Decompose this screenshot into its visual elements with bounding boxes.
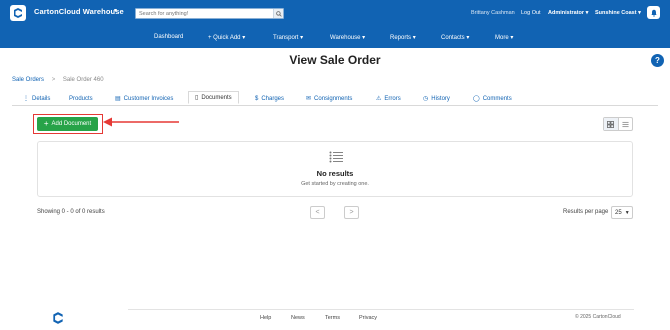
- empty-state-card: No results Get started by creating one.: [37, 141, 633, 197]
- info-icon: ⋮: [23, 96, 29, 102]
- invoice-icon: ▤: [115, 96, 121, 102]
- empty-state-title: No results: [316, 169, 354, 178]
- nav-contacts[interactable]: Contacts ▾: [441, 34, 469, 41]
- nav-transport-label: Transport: [273, 35, 299, 41]
- prev-page-button[interactable]: <: [310, 206, 325, 219]
- empty-state-subtitle: Get started by creating one.: [301, 181, 369, 187]
- chevron-down-icon: ▼: [624, 209, 630, 216]
- plus-icon: +: [43, 119, 49, 128]
- breadcrumb-separator: >: [51, 77, 56, 83]
- user-name[interactable]: Brittany Cashman: [471, 10, 515, 16]
- tab-comments[interactable]: ◯ Comments: [473, 92, 512, 105]
- tab-bar: ⋮ Details Products ▤ Customer Invoices ▯ Do…: [12, 91, 658, 106]
- nav-quick-add-label: + Quick Add: [208, 35, 241, 41]
- add-document-label: Add Document: [51, 121, 92, 127]
- search-icon[interactable]: [273, 9, 283, 18]
- chevron-down-icon: ▾: [412, 35, 416, 41]
- nav-warehouse[interactable]: Warehouse ▾: [330, 34, 365, 41]
- logout-link[interactable]: Log Out: [521, 10, 541, 16]
- chevron-down-icon: ▾: [585, 10, 589, 16]
- role-label: Administrator: [548, 10, 585, 16]
- nav-warehouse-label: Warehouse: [330, 35, 361, 41]
- tab-errors-label: Errors: [384, 95, 401, 102]
- tab-charges[interactable]: $ Charges: [255, 92, 284, 105]
- tab-charges-label: Charges: [261, 95, 285, 102]
- tab-consignments-label: Consignments: [314, 95, 353, 102]
- nav-dashboard[interactable]: Dashboard: [154, 34, 183, 40]
- tab-history-label: History: [431, 95, 450, 102]
- tab-products-label: Products: [69, 95, 93, 102]
- cartoncloud-logo-icon[interactable]: [10, 5, 26, 21]
- results-per-page-value: 25: [615, 209, 622, 216]
- red-arrow-icon: [103, 117, 179, 127]
- chevron-down-icon: ▾: [510, 35, 514, 41]
- results-count: Showing 0 - 0 of 0 results: [37, 209, 105, 215]
- view-toggle: [603, 117, 633, 131]
- tab-history[interactable]: ◷ History: [423, 92, 450, 105]
- chevron-down-icon: ▾: [362, 35, 366, 41]
- breadcrumb-current: Sale Order 460: [62, 77, 104, 83]
- nav-more[interactable]: More ▾: [495, 34, 513, 41]
- nav-reports-label: Reports: [390, 35, 412, 41]
- chevron-down-icon: ▾: [466, 35, 470, 41]
- chevron-down-icon: ▾: [300, 35, 304, 41]
- app-title[interactable]: CartonCloud Warehouse: [34, 7, 124, 16]
- site-dropdown[interactable]: Sunshine Coast ▾: [595, 10, 641, 16]
- nav-quick-add[interactable]: + Quick Add ▾: [208, 34, 245, 41]
- footer-privacy-link[interactable]: Privacy: [359, 315, 377, 321]
- tab-customer-invoices[interactable]: ▤ Customer Invoices: [115, 92, 173, 105]
- tab-documents[interactable]: ▯ Documents: [188, 91, 239, 104]
- chevron-down-icon: ▾: [242, 35, 246, 41]
- tab-customer-invoices-label: Customer Invoices: [123, 95, 174, 102]
- tab-comments-label: Comments: [482, 95, 512, 102]
- footer-help-link[interactable]: Help: [260, 315, 271, 321]
- envelope-icon: ✉: [306, 96, 312, 102]
- document-icon: ▯: [195, 95, 199, 101]
- list-icon: [329, 151, 343, 163]
- search-input[interactable]: [136, 9, 273, 18]
- chevron-down-icon: ▾: [638, 10, 641, 16]
- chevron-right-icon: >: [349, 209, 354, 216]
- tab-products[interactable]: Products: [69, 92, 93, 105]
- chevron-left-icon: <: [315, 209, 320, 216]
- breadcrumb: Sale Orders > Sale Order 460: [12, 77, 104, 83]
- dollar-icon: $: [255, 95, 259, 102]
- notifications-bell-icon[interactable]: [647, 6, 660, 19]
- footer-divider: [128, 309, 634, 310]
- app-switcher-caret-icon[interactable]: ▾: [114, 7, 117, 14]
- results-per-page-select[interactable]: 25 ▼: [611, 206, 633, 219]
- comment-icon: ◯: [473, 96, 480, 102]
- tab-details-label: Details: [32, 95, 51, 102]
- tab-errors[interactable]: ⚠ Errors: [376, 92, 401, 105]
- next-page-button[interactable]: >: [344, 206, 359, 219]
- role-dropdown[interactable]: Administrator ▾: [548, 10, 588, 16]
- footer-logo-icon: [51, 311, 65, 330]
- nav-reports[interactable]: Reports ▾: [390, 34, 416, 41]
- footer-news-link[interactable]: News: [291, 315, 305, 321]
- list-view-icon[interactable]: [619, 118, 633, 130]
- help-icon[interactable]: ?: [651, 54, 664, 67]
- nav-more-label: More: [495, 35, 509, 41]
- main-nav: Dashboard + Quick Add ▾ Transport ▾ Ware…: [0, 30, 670, 46]
- site-label: Sunshine Coast: [595, 10, 637, 16]
- top-navbar: CartonCloud Warehouse ▾ Brittany Cashman…: [0, 0, 670, 48]
- tab-consignments[interactable]: ✉ Consignments: [306, 92, 352, 105]
- add-document-button[interactable]: + Add Document: [37, 117, 98, 131]
- footer-terms-link[interactable]: Terms: [325, 315, 340, 321]
- results-per-page-label: Results per page: [563, 209, 609, 215]
- clock-icon: ◷: [423, 96, 429, 102]
- nav-contacts-label: Contacts: [441, 35, 465, 41]
- copyright: © 2025 CartonCloud: [575, 314, 621, 320]
- grid-view-icon[interactable]: [604, 118, 619, 130]
- nav-transport[interactable]: Transport ▾: [273, 34, 303, 41]
- page-title: View Sale Order: [289, 53, 381, 67]
- warning-icon: ⚠: [376, 96, 382, 102]
- tab-details[interactable]: ⋮ Details: [23, 92, 50, 105]
- global-search: [135, 8, 284, 19]
- breadcrumb-sale-orders[interactable]: Sale Orders: [12, 77, 44, 83]
- tab-documents-label: Documents: [201, 94, 232, 101]
